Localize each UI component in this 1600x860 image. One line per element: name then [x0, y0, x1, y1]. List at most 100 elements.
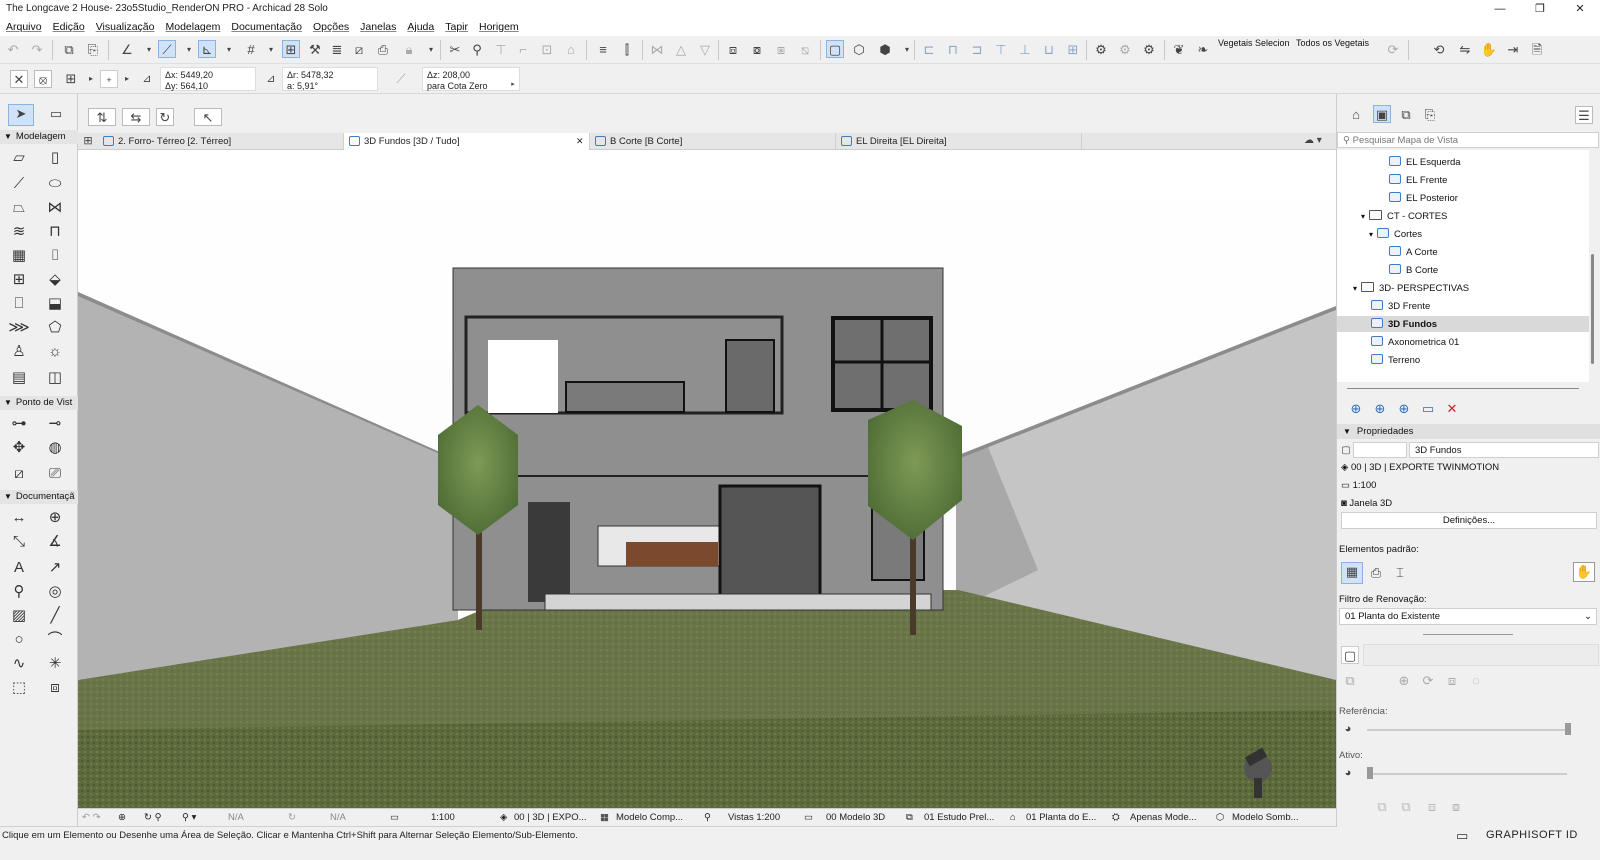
paste-icon[interactable]: ⎘: [84, 41, 102, 59]
chevron-right-icon[interactable]: ▸: [118, 70, 136, 88]
menu-visualizacao[interactable]: Visualização: [90, 18, 160, 33]
stair-tool-icon[interactable]: ≋: [8, 222, 30, 242]
model-elements-icon[interactable]: ▦: [1341, 562, 1363, 584]
palette-header-ponto-de-vista[interactable]: ▼ Ponto de Vist: [0, 396, 78, 410]
dimension-elements-icon[interactable]: ⌶: [1391, 564, 1409, 582]
3d-style-icon[interactable]: ⬡: [850, 41, 868, 59]
refresh-icon[interactable]: ⟲: [1430, 41, 1448, 59]
chevron-right-icon[interactable]: ▸: [82, 70, 100, 88]
reset-element-icon[interactable]: ◌: [1467, 672, 1485, 690]
menu-janelas[interactable]: Janelas: [354, 18, 401, 33]
redo-icon[interactable]: ↷: [28, 41, 46, 59]
order-icon[interactable]: ⧅: [796, 41, 814, 59]
teamwork-icon[interactable]: ⚙: [1140, 41, 1158, 59]
slab-tool-icon[interactable]: ⬭: [44, 174, 66, 194]
scale-row[interactable]: ▭ 1:100: [1341, 480, 1376, 491]
layers-icon[interactable]: ≣: [328, 41, 346, 59]
menu-arquivo[interactable]: Arquivo: [0, 18, 47, 33]
layout-book-icon[interactable]: ⧉: [1397, 106, 1415, 124]
circle-tool-icon[interactable]: ○: [8, 630, 30, 650]
spline-tool-icon[interactable]: ∿: [8, 654, 30, 674]
zone-tool-icon[interactable]: ⬓: [44, 294, 66, 314]
document-icon[interactable]: 🗎: [1528, 41, 1546, 59]
vegetation-icon[interactable]: ❦: [1170, 41, 1188, 59]
active-slider-track[interactable]: [1367, 773, 1567, 775]
elevation-tool-icon[interactable]: ⊸: [44, 414, 66, 434]
sync-icon[interactable]: ⟳: [1384, 41, 1402, 59]
model-3d-select[interactable]: 00 Modelo 3D: [826, 812, 885, 823]
geometry-method-icon[interactable]: ⊞: [62, 70, 80, 88]
roof-tool-icon[interactable]: ⏢: [8, 198, 30, 218]
reset-order-icon[interactable]: ⧆: [772, 41, 790, 59]
copy-element-icon[interactable]: ⧉: [1341, 672, 1359, 690]
menu-documentacao[interactable]: Documentação: [225, 18, 307, 33]
undo-view-icon[interactable]: ↶ ↷: [82, 812, 101, 823]
tree-item-3d-fundos[interactable]: 3D Fundos: [1337, 316, 1589, 332]
tree-item-3d-frente[interactable]: 3D Frente: [1371, 300, 1430, 312]
action-icon-3[interactable]: ⧈: [1423, 798, 1441, 816]
chair-tool-icon[interactable]: ♙: [8, 342, 30, 362]
tree-item-el-frente[interactable]: EL Frente: [1389, 174, 1447, 186]
tree-item-el-posterior[interactable]: EL Posterior: [1389, 192, 1458, 204]
window-tool-icon[interactable]: ⊞: [8, 270, 30, 290]
tab-overview-icon[interactable]: ⊞: [80, 133, 96, 149]
export-icon[interactable]: ⇥: [1504, 41, 1522, 59]
publisher-icon[interactable]: ⎘: [1421, 106, 1439, 124]
view-name-field[interactable]: 3D Fundos: [1409, 442, 1599, 458]
close-x-icon[interactable]: ✕: [10, 70, 28, 88]
reference-color-icon[interactable]: ◕: [1339, 720, 1357, 738]
polyline-tool-icon[interactable]: ⌒: [44, 630, 66, 650]
marker-tool-icon[interactable]: ⚲: [8, 582, 30, 602]
vegetation-settings-icon[interactable]: ❧: [1194, 41, 1212, 59]
split-icon[interactable]: ⊡: [538, 41, 556, 59]
mirror-icon[interactable]: ⋈: [648, 41, 666, 59]
arc-method-icon[interactable]: ⦻: [34, 70, 52, 88]
action-icon-2[interactable]: ⧉: [1397, 798, 1415, 816]
view-map-search[interactable]: ⚲ Pesquisar Mapa de Vista: [1337, 132, 1599, 148]
menu-tapir[interactable]: Tapir: [439, 18, 473, 33]
adjust-icon[interactable]: ⚲: [468, 41, 486, 59]
layer-combo-select[interactable]: 00 | 3D | EXPO...: [514, 812, 587, 823]
renovation-filter-select[interactable]: 01 Planta do Existente ⌄: [1339, 608, 1597, 625]
text-tool-icon[interactable]: A: [8, 558, 30, 578]
marquee-tool-icon[interactable]: ▭: [44, 105, 68, 123]
clone-view-icon[interactable]: ⊕: [1371, 400, 1389, 418]
delta-xy-readout[interactable]: Δx: 5449,20 Δy: 564,10: [160, 67, 256, 91]
chevron-down-icon[interactable]: ▾: [140, 41, 158, 59]
render-icon[interactable]: ⚙: [1092, 41, 1110, 59]
align-right-icon[interactable]: ⊐: [968, 41, 986, 59]
model-view-select[interactable]: Modelo Comp...: [616, 812, 683, 823]
maximize-button[interactable]: ❐: [1520, 0, 1560, 18]
beam-tool-icon[interactable]: ⟋: [8, 174, 30, 194]
minimize-button[interactable]: —: [1480, 0, 1520, 18]
morph-tool-icon[interactable]: ⬠: [44, 318, 66, 338]
tree-folder-ct-cortes[interactable]: ▾ CT - CORTES: [1361, 210, 1447, 222]
chevron-down-icon[interactable]: ▾: [262, 41, 280, 59]
view-map-icon[interactable]: ▣: [1373, 105, 1391, 123]
plus-icon[interactable]: +: [100, 70, 118, 88]
orbit-view-icon[interactable]: ↻ ⚲: [144, 812, 162, 823]
lamp-tool-icon[interactable]: ☼: [44, 342, 66, 362]
action-icon-4[interactable]: ⧇: [1447, 798, 1465, 816]
pen-set-select[interactable]: Vistas 1:200: [728, 812, 780, 823]
fill-tool-icon[interactable]: ▨: [8, 606, 30, 626]
section-icon[interactable]: ⧄: [350, 41, 368, 59]
skylight-tool-icon[interactable]: ⬙: [44, 270, 66, 290]
radial-dimension-tool-icon[interactable]: ⊕: [44, 508, 66, 528]
edit-filter-icon[interactable]: ⇅: [88, 108, 116, 126]
menu-edicao[interactable]: Edição: [47, 18, 90, 33]
marquee-filter-icon[interactable]: ⇆: [122, 108, 150, 126]
polar-readout[interactable]: Δr: 5478,32 a: 5,91°: [282, 67, 378, 91]
curtain-wall-tool-icon[interactable]: ▦: [8, 246, 30, 266]
vegetais-selecion-button[interactable]: Vegetais Selecion: [1218, 38, 1290, 48]
structure-select[interactable]: Apenas Mode...: [1130, 812, 1197, 823]
layer-combo-row[interactable]: ◈ 00 | 3D | EXPORTE TWINMOTION: [1341, 462, 1499, 473]
worksheet-tool-icon[interactable]: ◍: [44, 438, 66, 458]
new-view-icon[interactable]: ⊕: [1347, 400, 1365, 418]
reference-slider-track[interactable]: [1367, 729, 1567, 731]
tab-el-direita[interactable]: EL Direita [EL Direita]: [836, 133, 1082, 150]
change-tool-icon[interactable]: ◎: [44, 582, 66, 602]
add-element-icon[interactable]: ⊕: [1395, 672, 1413, 690]
tree-item-el-esquerda[interactable]: EL Esquerda: [1389, 156, 1461, 168]
menu-opcoes[interactable]: Opções: [307, 18, 354, 33]
